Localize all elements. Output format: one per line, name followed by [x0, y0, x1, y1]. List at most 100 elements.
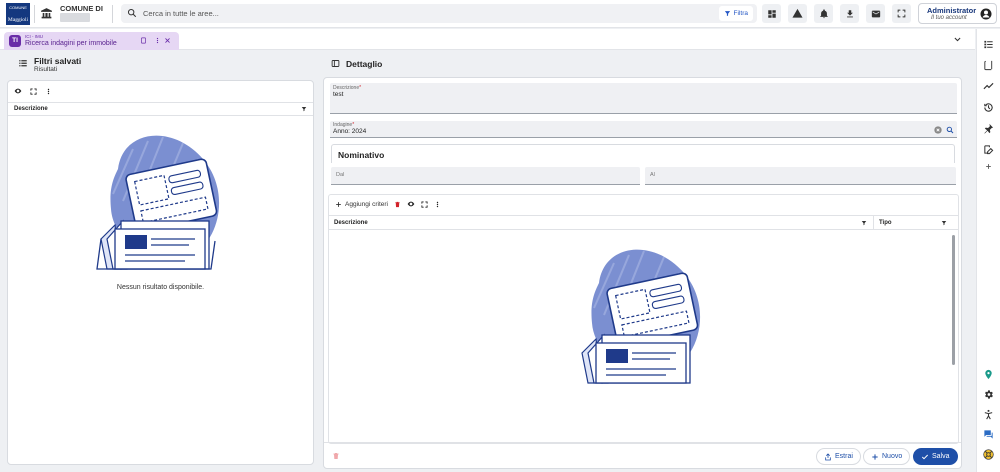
book-icon[interactable] — [983, 60, 994, 71]
search-input[interactable]: Cerca in tutte le aree... — [143, 9, 219, 18]
close-tab-icon[interactable] — [164, 37, 171, 44]
bell-icon — [819, 8, 828, 18]
more-vert-icon[interactable] — [45, 88, 52, 95]
column-divider — [873, 216, 874, 230]
divider — [34, 5, 35, 23]
indagine-value[interactable]: Anno: 2024 — [333, 128, 366, 135]
expand-icon[interactable] — [421, 200, 428, 208]
more-vert-icon[interactable] — [434, 201, 441, 208]
divider — [112, 5, 113, 23]
right-icon-rail — [976, 29, 1000, 472]
outline-icon[interactable] — [983, 39, 994, 50]
top-bar: COMUNE Maggioli COMUNE DI Cerca in tutte… — [0, 0, 1000, 28]
column-descrizione: Descrizione — [334, 220, 368, 226]
saved-filters-title: Filtri salvati — [34, 56, 82, 66]
warning-icon — [792, 8, 803, 18]
add-icon[interactable] — [985, 163, 992, 170]
export-icon — [825, 452, 831, 460]
logo-top-text: COMUNE — [9, 5, 27, 10]
download-icon — [846, 9, 853, 17]
history-icon[interactable] — [983, 102, 994, 113]
town-hall-icon[interactable] — [40, 7, 53, 20]
gear-icon[interactable] — [983, 389, 994, 400]
delete-icon[interactable] — [332, 452, 340, 460]
side-panel-toggle-icon[interactable] — [331, 59, 340, 68]
salva-label: Salva — [932, 453, 950, 460]
pin-tab-icon[interactable] — [140, 37, 147, 44]
plus-icon — [336, 201, 341, 207]
location-icon[interactable] — [983, 369, 994, 380]
saved-filters-subtitle: Risultati — [34, 66, 58, 73]
estrai-button[interactable]: Estrai — [816, 448, 861, 465]
tab-more-icon[interactable] — [154, 37, 161, 44]
chevron-down-icon[interactable] — [953, 35, 962, 44]
maggioli-logo[interactable]: COMUNE Maggioli — [6, 3, 30, 25]
nominativo-section: Nominativo — [331, 144, 955, 163]
delete-icon[interactable] — [394, 201, 401, 208]
user-account-label: Il tuo account — [931, 15, 967, 21]
chat-icon[interactable] — [983, 429, 994, 440]
expand-icon[interactable] — [30, 87, 37, 95]
account-button[interactable]: Administrator Il tuo account — [918, 3, 997, 24]
grid-scrollbar[interactable] — [952, 235, 955, 365]
column-filter-icon[interactable] — [861, 220, 867, 226]
messages-button[interactable] — [866, 4, 885, 23]
logo-brand-text: Maggioli — [7, 17, 29, 23]
eye-icon[interactable] — [14, 87, 22, 95]
empty-state-message: Nessun risultato disponibile. — [116, 284, 205, 291]
nominativo-title: Nominativo — [338, 150, 385, 160]
column-filter-icon[interactable] — [941, 220, 947, 226]
dal-field[interactable]: Dal — [331, 167, 640, 185]
help-icon[interactable] — [983, 449, 994, 460]
estrai-label: Estrai — [835, 453, 853, 460]
nuovo-button[interactable]: Nuovo — [863, 448, 911, 465]
saved-filters-panel: Descrizione Nessun risultato disponibile… — [7, 80, 314, 465]
accessibility-icon[interactable] — [983, 409, 994, 420]
clear-icon[interactable] — [934, 126, 942, 134]
mail-icon — [871, 10, 880, 17]
required-marker: * — [359, 85, 362, 91]
trend-icon[interactable] — [983, 81, 994, 92]
detail-footer: Estrai Nuovo Salva — [324, 442, 961, 469]
add-criteria-button[interactable]: Aggiungi criteri — [335, 201, 388, 208]
column-filter-icon[interactable] — [301, 106, 307, 112]
user-avatar-icon — [980, 8, 992, 20]
detail-panel: Descrizione* test Indagine* Anno: 2024 N… — [323, 77, 962, 469]
pin-icon[interactable] — [983, 123, 994, 134]
column-tipo: Tipo — [879, 220, 892, 226]
comune-name-redacted — [60, 13, 90, 22]
search-icon[interactable] — [946, 126, 954, 134]
tab-title: Ricerca indagini per immobile — [25, 40, 117, 47]
detail-header: Dettaglio — [322, 51, 966, 77]
al-placeholder: Al — [650, 172, 655, 178]
descrizione-value[interactable]: test — [333, 91, 343, 98]
saved-filters-grid-header: Descrizione — [8, 102, 313, 116]
column-descrizione: Descrizione — [14, 106, 48, 112]
detail-title: Dettaglio — [346, 59, 383, 69]
add-criteria-label: Aggiungi criteri — [345, 200, 388, 208]
saved-filters-toolbar — [14, 87, 52, 95]
search-icon — [127, 8, 137, 18]
edit-note-icon[interactable] — [983, 144, 994, 155]
fullscreen-button[interactable] — [892, 4, 911, 23]
tab-bar: TI ICI - IMU Ricerca indagini per immobi… — [0, 29, 975, 50]
list-icon[interactable] — [18, 58, 28, 68]
filter-button[interactable]: Filtra — [718, 6, 753, 21]
descrizione-field[interactable]: Descrizione* test — [330, 83, 957, 114]
tab-ricerca-indagini[interactable]: TI ICI - IMU Ricerca indagini per immobi… — [4, 32, 179, 50]
al-field[interactable]: Al — [645, 167, 956, 185]
dal-placeholder: Dal — [336, 172, 345, 178]
indagine-field[interactable]: Indagine* Anno: 2024 — [330, 121, 957, 138]
notifications-button[interactable] — [814, 4, 833, 23]
tab-module-label: ICI - IMU — [25, 34, 43, 39]
alerts-button[interactable] — [788, 4, 807, 23]
dashboard-button[interactable] — [762, 4, 781, 23]
eye-icon[interactable] — [407, 200, 415, 208]
downloads-button[interactable] — [840, 4, 859, 23]
comune-label: COMUNE DI — [60, 4, 103, 13]
global-search[interactable]: Cerca in tutte le aree... Filtra — [121, 4, 757, 23]
plus-icon — [872, 453, 878, 460]
fullscreen-icon — [897, 9, 906, 18]
salva-button[interactable]: Salva — [913, 448, 958, 465]
filter-icon — [724, 11, 730, 17]
